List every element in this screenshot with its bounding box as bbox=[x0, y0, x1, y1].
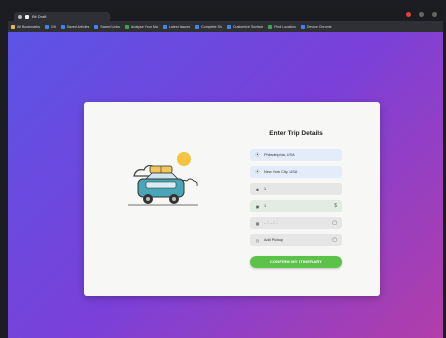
bookmark-label: Saved Links bbox=[100, 24, 120, 29]
car-roof-icon bbox=[145, 172, 179, 180]
bookmark-icon bbox=[11, 24, 15, 29]
passengers-value: 1 bbox=[264, 187, 267, 191]
bookmark-icon bbox=[226, 24, 231, 29]
bookmark-icon bbox=[268, 24, 273, 29]
passengers-field[interactable]: ☻ 1 bbox=[250, 183, 342, 195]
minimize-window-icon[interactable] bbox=[419, 12, 424, 17]
bookmark-icon bbox=[94, 24, 99, 29]
bookmark-item[interactable]: Customize Surface bbox=[226, 24, 264, 29]
luggage-value: 1 bbox=[264, 204, 267, 208]
bookmark-label: Device Chrome bbox=[306, 24, 332, 29]
bookmark-item[interactable]: Gif bbox=[44, 24, 56, 29]
sun-icon bbox=[177, 152, 191, 166]
bookmark-icon bbox=[44, 24, 49, 29]
bag-icon: ▣ bbox=[255, 203, 260, 209]
bookmark-item[interactable]: Latest Issues bbox=[162, 24, 191, 29]
browser-tab[interactable]: Bit Draft bbox=[14, 12, 110, 21]
page-viewport: Enter Trip Details ⦿ Philadelphia, USA ⦿… bbox=[8, 32, 443, 338]
trip-form: Enter Trip Details ⦿ Philadelphia, USA ⦿… bbox=[250, 130, 342, 268]
bookmark-label: Find Location bbox=[274, 24, 296, 29]
car-trip-illustration bbox=[128, 152, 198, 206]
bookmarks-bar: All Bookmarks Gif Saved Articles Saved Link… bbox=[8, 21, 443, 32]
bookmark-label: Customize Surface bbox=[232, 24, 264, 29]
time-value: Add Pickup bbox=[264, 238, 284, 242]
calendar-icon: ▦ bbox=[255, 220, 260, 226]
from-value: Philadelphia, USA bbox=[264, 153, 295, 157]
date-placeholder: -- / -- / -- bbox=[264, 221, 278, 225]
bookmark-item[interactable]: Analyse Your Ma bbox=[124, 24, 158, 29]
people-icon: ☻ bbox=[255, 186, 260, 192]
luggage-field[interactable]: ▣ 1 $ bbox=[250, 200, 342, 212]
date-field[interactable]: ▦ -- / -- / -- ▢ bbox=[250, 217, 342, 229]
bookmark-label: Saved Articles bbox=[66, 24, 90, 29]
bookmark-item[interactable]: Saved Links bbox=[94, 24, 120, 29]
dollar-icon: $ bbox=[334, 203, 337, 209]
time-picker-icon[interactable]: ▢ bbox=[332, 237, 337, 243]
bookmark-item[interactable]: Complete Sh bbox=[195, 24, 222, 29]
bookmark-item[interactable]: Device Chrome bbox=[300, 24, 332, 29]
record-icon bbox=[18, 14, 22, 19]
from-field[interactable]: ⦿ Philadelphia, USA bbox=[250, 149, 342, 161]
bookmark-icon bbox=[60, 24, 65, 29]
submit-button[interactable]: CONFIRM MY ITINERARY bbox=[250, 256, 342, 268]
close-window-icon[interactable] bbox=[406, 12, 411, 17]
bookmark-icon bbox=[124, 24, 129, 29]
to-field[interactable]: ⦿ New York City, USA bbox=[250, 166, 342, 178]
browser-window: Bit Draft All Bookmarks Gif Saved Articles… bbox=[8, 8, 443, 338]
clock-icon: ◷ bbox=[255, 237, 260, 243]
favicon-icon bbox=[25, 14, 29, 19]
tab-bar: Bit Draft bbox=[8, 8, 443, 21]
form-title: Enter Trip Details bbox=[269, 130, 323, 137]
bookmark-item[interactable]: All Bookmarks bbox=[11, 24, 40, 29]
bookmark-label: All Bookmarks bbox=[17, 24, 40, 29]
date-picker-icon[interactable]: ▢ bbox=[332, 220, 337, 226]
bookmark-item[interactable]: Find Location bbox=[268, 24, 296, 29]
bookmark-label: Latest Issues bbox=[168, 24, 191, 29]
to-value: New York City, USA bbox=[264, 170, 298, 174]
bookmark-icon bbox=[300, 24, 305, 29]
trip-card: Enter Trip Details ⦿ Philadelphia, USA ⦿… bbox=[84, 102, 380, 296]
bookmark-label: Gif bbox=[50, 24, 56, 29]
bookmark-item[interactable]: Saved Articles bbox=[60, 24, 90, 29]
tab-title: Bit Draft bbox=[32, 14, 47, 19]
window-controls bbox=[406, 12, 437, 17]
maximize-window-icon[interactable] bbox=[432, 12, 437, 17]
bookmark-icon bbox=[162, 24, 167, 29]
bookmark-label: Analyse Your Ma bbox=[130, 24, 158, 29]
time-field[interactable]: ◷ Add Pickup ▢ bbox=[250, 234, 342, 246]
bookmark-icon bbox=[195, 24, 200, 29]
pin-icon: ⦿ bbox=[255, 152, 260, 157]
bookmark-label: Complete Sh bbox=[201, 24, 222, 29]
pin-icon: ⦿ bbox=[255, 169, 260, 174]
